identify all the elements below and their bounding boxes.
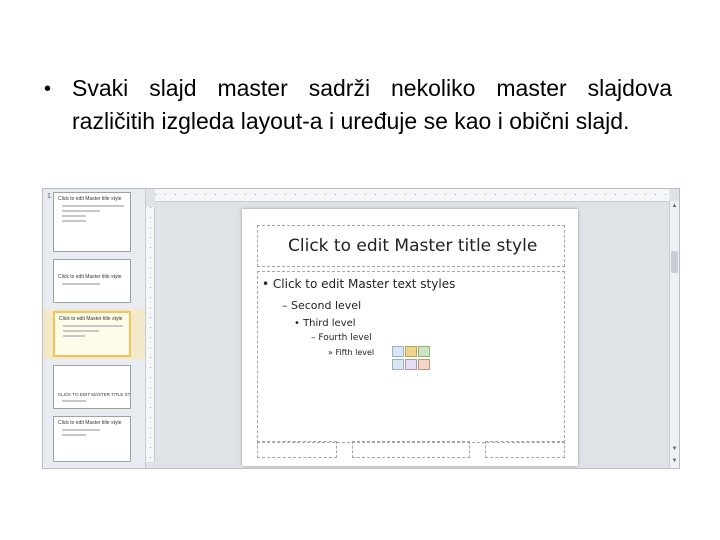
body-placeholder[interactable]: • Click to edit Master text styles – Sec… (257, 271, 565, 443)
master-slide[interactable]: Click to edit Master title style • Click… (242, 209, 578, 466)
scroll-up-icon[interactable]: ▲ (671, 203, 678, 209)
text-level-3: • Third level (294, 318, 356, 329)
chart-icon[interactable] (405, 346, 417, 357)
bullet-glyph: • (44, 78, 52, 100)
slide-title: Click to edit Master title style (288, 236, 538, 256)
slide-number-placeholder[interactable] (485, 441, 565, 458)
thumbnail-title: Click to edit Master title style (58, 420, 122, 426)
thumbnail-line (62, 283, 100, 285)
thumbnail-line (62, 429, 100, 431)
thumbnail-master-slide[interactable]: Click to edit Master title style (53, 192, 131, 252)
slide-canvas[interactable]: Click to edit Master title style • Click… (155, 202, 669, 468)
date-placeholder[interactable] (257, 441, 337, 458)
thumbnail-title: Click to edit Master title style (58, 196, 122, 202)
bullet-paragraph: • Svaki slajd master sadrži nekoliko mas… (44, 72, 672, 138)
thumbnail-layout-3[interactable]: CLICK TO EDIT MASTER TITLE STYLE (53, 365, 131, 409)
vertical-ruler (146, 207, 155, 462)
thumbnail-line (63, 325, 123, 327)
thumbnail-pane[interactable]: 1 Click to edit Master title style Click… (43, 189, 146, 468)
footer-placeholder[interactable] (352, 441, 470, 458)
media-icon[interactable] (418, 359, 430, 370)
thumbnail-title: Click to edit Master title style (58, 274, 122, 280)
smartart-icon[interactable] (418, 346, 430, 357)
thumbnail-line (62, 210, 100, 212)
text-level-1: • Click to edit Master text styles (262, 277, 456, 291)
thumbnail-number: 1 (47, 193, 51, 200)
thumbnail-line (62, 205, 124, 207)
thumbnail-layout-1[interactable]: Click to edit Master title style (53, 259, 131, 303)
thumbnail-line (63, 330, 99, 332)
clipart-icon[interactable] (405, 359, 417, 370)
thumbnail-line (62, 215, 86, 217)
text-level-4: – Fourth level (311, 333, 372, 343)
picture-icon[interactable] (392, 359, 404, 370)
thumbnail-title: Click to edit Master title style (59, 316, 123, 322)
bullet-text: Svaki slajd master sadrži nekoliko maste… (72, 75, 672, 134)
scrollbar-thumb[interactable] (671, 251, 678, 273)
table-icon[interactable] (392, 346, 404, 357)
thumbnail-layout-4[interactable]: Click to edit Master title style (53, 416, 131, 462)
powerpoint-screenshot: 1 Click to edit Master title style Click… (42, 188, 680, 469)
thumbnail-line (62, 220, 86, 222)
title-placeholder[interactable]: Click to edit Master title style (257, 225, 565, 267)
vertical-scrollbar[interactable]: ▲ ▼ ▼ (669, 201, 679, 468)
horizontal-ruler (155, 189, 669, 202)
scroll-down-icon[interactable]: ▼ (671, 446, 678, 452)
thumbnail-line (62, 400, 86, 402)
thumbnail-line (63, 335, 85, 337)
text-level-5: » Fifth level (328, 348, 375, 357)
insert-content-icons (392, 346, 432, 372)
next-slide-icon[interactable]: ▼ (671, 458, 678, 464)
thumbnail-layout-2-selected[interactable]: Click to edit Master title style (53, 311, 131, 357)
text-level-2: – Second level (282, 299, 362, 312)
thumbnail-title: CLICK TO EDIT MASTER TITLE STYLE (58, 392, 130, 397)
thumbnail-line (62, 434, 86, 436)
